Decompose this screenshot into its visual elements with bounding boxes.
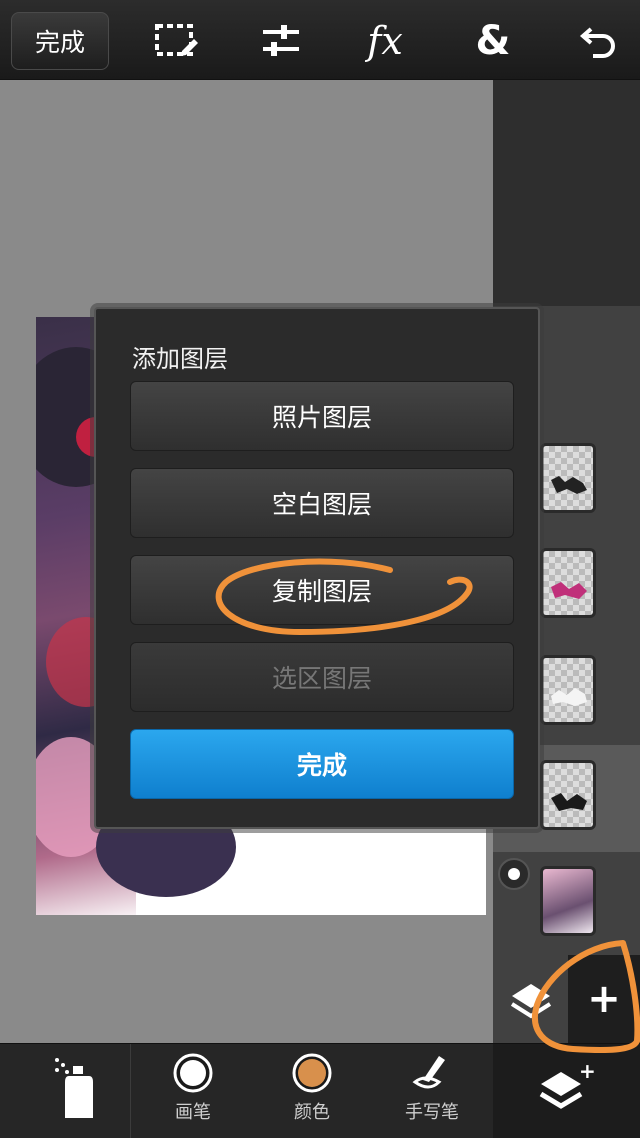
- layers-icon[interactable]: [508, 978, 554, 1024]
- stylus-tool[interactable]: 手写笔: [382, 1052, 482, 1134]
- layer-thumbnail[interactable]: [540, 655, 596, 725]
- duplicate-layer-button[interactable]: 复制图层: [130, 555, 514, 625]
- photo-layer-button[interactable]: 照片图层: [130, 381, 514, 451]
- selection-icon[interactable]: [152, 16, 202, 66]
- layer-thumbnail[interactable]: [540, 443, 596, 513]
- spray-can-icon: [55, 1058, 93, 1118]
- layer-visibility-radio[interactable]: [498, 858, 530, 890]
- fx-icon[interactable]: fx: [360, 16, 410, 66]
- add-layer-dialog: 添加图层 照片图层 空白图层 复制图层 选区图层 完成: [94, 307, 540, 829]
- layer-thumbnail[interactable]: [540, 760, 596, 830]
- stylus-label: 手写笔: [405, 1102, 459, 1123]
- layer-thumbnail[interactable]: [540, 866, 596, 936]
- layer-thumbnail[interactable]: [540, 548, 596, 618]
- selection-layer-button: 选区图层: [130, 642, 514, 712]
- dialog-done-button[interactable]: 完成: [130, 729, 514, 799]
- layers-toggle[interactable]: +: [493, 1044, 640, 1138]
- adjust-icon[interactable]: [256, 16, 306, 66]
- blank-layer-button[interactable]: 空白图层: [130, 468, 514, 538]
- add-layer-button[interactable]: +: [568, 955, 640, 1043]
- svg-text:+: +: [579, 1062, 596, 1083]
- app-screen: 完成 fx & + 添加图层 照片图层 空白图层 复制图层 选区图层 完成 画笔…: [0, 0, 640, 1138]
- done-button[interactable]: 完成: [11, 12, 109, 70]
- brush-dot: [180, 1060, 206, 1086]
- brush-size-icon: [173, 1053, 213, 1093]
- stylus-icon: [412, 1056, 445, 1089]
- bottom-toolbar: 画笔 颜色 手写笔 +: [0, 1043, 640, 1138]
- dialog-title: 添加图层: [132, 345, 228, 373]
- brush-label: 画笔: [175, 1102, 211, 1123]
- blend-icon[interactable]: &: [468, 16, 518, 66]
- color-tool[interactable]: 颜色: [262, 1052, 362, 1134]
- layers-add-icon: +: [539, 1062, 596, 1109]
- spray-tool[interactable]: [24, 1052, 124, 1134]
- brush-tool[interactable]: 画笔: [143, 1052, 243, 1134]
- color-swatch-icon: [292, 1053, 332, 1093]
- undo-icon[interactable]: [574, 16, 624, 66]
- color-label: 颜色: [294, 1102, 330, 1123]
- top-toolbar: 完成 fx &: [0, 0, 640, 80]
